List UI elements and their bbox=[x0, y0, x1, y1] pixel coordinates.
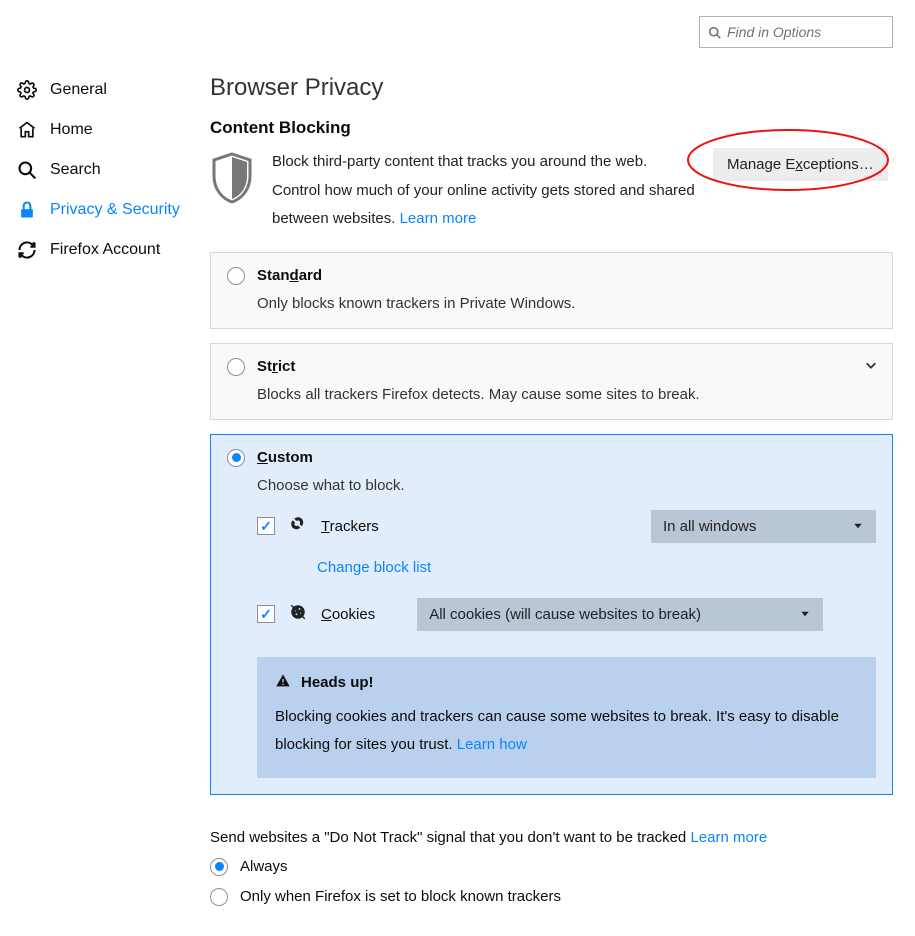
lock-icon bbox=[16, 200, 38, 220]
option-custom-label: Custom bbox=[257, 449, 313, 466]
dnt-learn-more-link[interactable]: Learn more bbox=[690, 829, 767, 846]
section-title: Content Blocking bbox=[210, 118, 893, 138]
dnt-description: Send websites a "Do Not Track" signal th… bbox=[210, 829, 893, 846]
option-standard[interactable]: Standard Only blocks known trackers in P… bbox=[210, 252, 893, 329]
option-strict-sub: Blocks all trackers Firefox detects. May… bbox=[257, 386, 876, 403]
sync-icon bbox=[16, 240, 38, 260]
cookies-dropdown[interactable]: All cookies (will cause websites to brea… bbox=[417, 598, 823, 631]
radio-strict[interactable] bbox=[227, 358, 245, 376]
manage-exceptions-button[interactable]: Manage Exceptions… bbox=[713, 148, 888, 181]
sidebar-item-search[interactable]: Search bbox=[8, 150, 210, 190]
cookies-label: Cookies bbox=[321, 606, 375, 623]
option-standard-label: Standard bbox=[257, 267, 322, 284]
search-icon bbox=[16, 160, 38, 180]
trackers-dropdown[interactable]: In all windows bbox=[651, 510, 876, 543]
learn-how-link[interactable]: Learn how bbox=[457, 736, 527, 753]
dnt-always-label: Always bbox=[240, 858, 288, 875]
gear-icon bbox=[16, 80, 38, 100]
search-input[interactable]: Find in Options bbox=[699, 16, 893, 48]
radio-custom[interactable] bbox=[227, 449, 245, 467]
sidebar-item-label: Search bbox=[50, 161, 101, 179]
radio-dnt-always[interactable] bbox=[210, 858, 228, 876]
sidebar-item-account[interactable]: Firefox Account bbox=[8, 230, 210, 270]
radio-standard[interactable] bbox=[227, 267, 245, 285]
notice-body-text: Blocking cookies and trackers can cause … bbox=[275, 708, 839, 754]
radio-dnt-only-when[interactable] bbox=[210, 888, 228, 906]
page-title: Browser Privacy bbox=[210, 74, 893, 102]
sidebar-item-label: General bbox=[50, 81, 107, 99]
warning-icon bbox=[275, 673, 291, 693]
sidebar-item-label: Home bbox=[50, 121, 93, 139]
search-icon bbox=[708, 26, 721, 39]
option-custom: Custom Choose what to block. Trackers In… bbox=[210, 434, 893, 795]
content-blocking-description: Block third-party content that tracks yo… bbox=[272, 148, 695, 234]
trackers-label: Trackers bbox=[321, 518, 379, 535]
notice-heading: Heads up! bbox=[301, 674, 374, 691]
change-block-list-link[interactable]: Change block list bbox=[317, 559, 431, 576]
sidebar: General Home Search Privacy & Security F… bbox=[0, 58, 210, 936]
option-standard-sub: Only blocks known trackers in Private Wi… bbox=[257, 295, 876, 312]
sidebar-item-label: Privacy & Security bbox=[50, 201, 180, 219]
sidebar-item-privacy[interactable]: Privacy & Security bbox=[8, 190, 210, 230]
sidebar-item-general[interactable]: General bbox=[8, 70, 210, 110]
checkbox-cookies[interactable] bbox=[257, 605, 275, 623]
option-custom-sub: Choose what to block. bbox=[257, 477, 876, 494]
sidebar-item-label: Firefox Account bbox=[50, 241, 160, 259]
dnt-only-when-label: Only when Firefox is set to block known … bbox=[240, 888, 561, 905]
option-strict-label: Strict bbox=[257, 358, 295, 375]
checkbox-trackers[interactable] bbox=[257, 517, 275, 535]
home-icon bbox=[16, 120, 38, 140]
heads-up-notice: Heads up! Blocking cookies and trackers … bbox=[257, 657, 876, 778]
trackers-icon bbox=[289, 515, 307, 537]
option-strict[interactable]: Strict Blocks all trackers Firefox detec… bbox=[210, 343, 893, 420]
chevron-down-icon[interactable] bbox=[864, 358, 878, 376]
cookies-icon bbox=[289, 603, 307, 625]
learn-more-link[interactable]: Learn more bbox=[400, 210, 477, 227]
shield-icon bbox=[210, 152, 254, 208]
main-content: Browser Privacy Content Blocking Block t… bbox=[210, 58, 915, 936]
sidebar-item-home[interactable]: Home bbox=[8, 110, 210, 150]
search-placeholder: Find in Options bbox=[727, 24, 821, 40]
